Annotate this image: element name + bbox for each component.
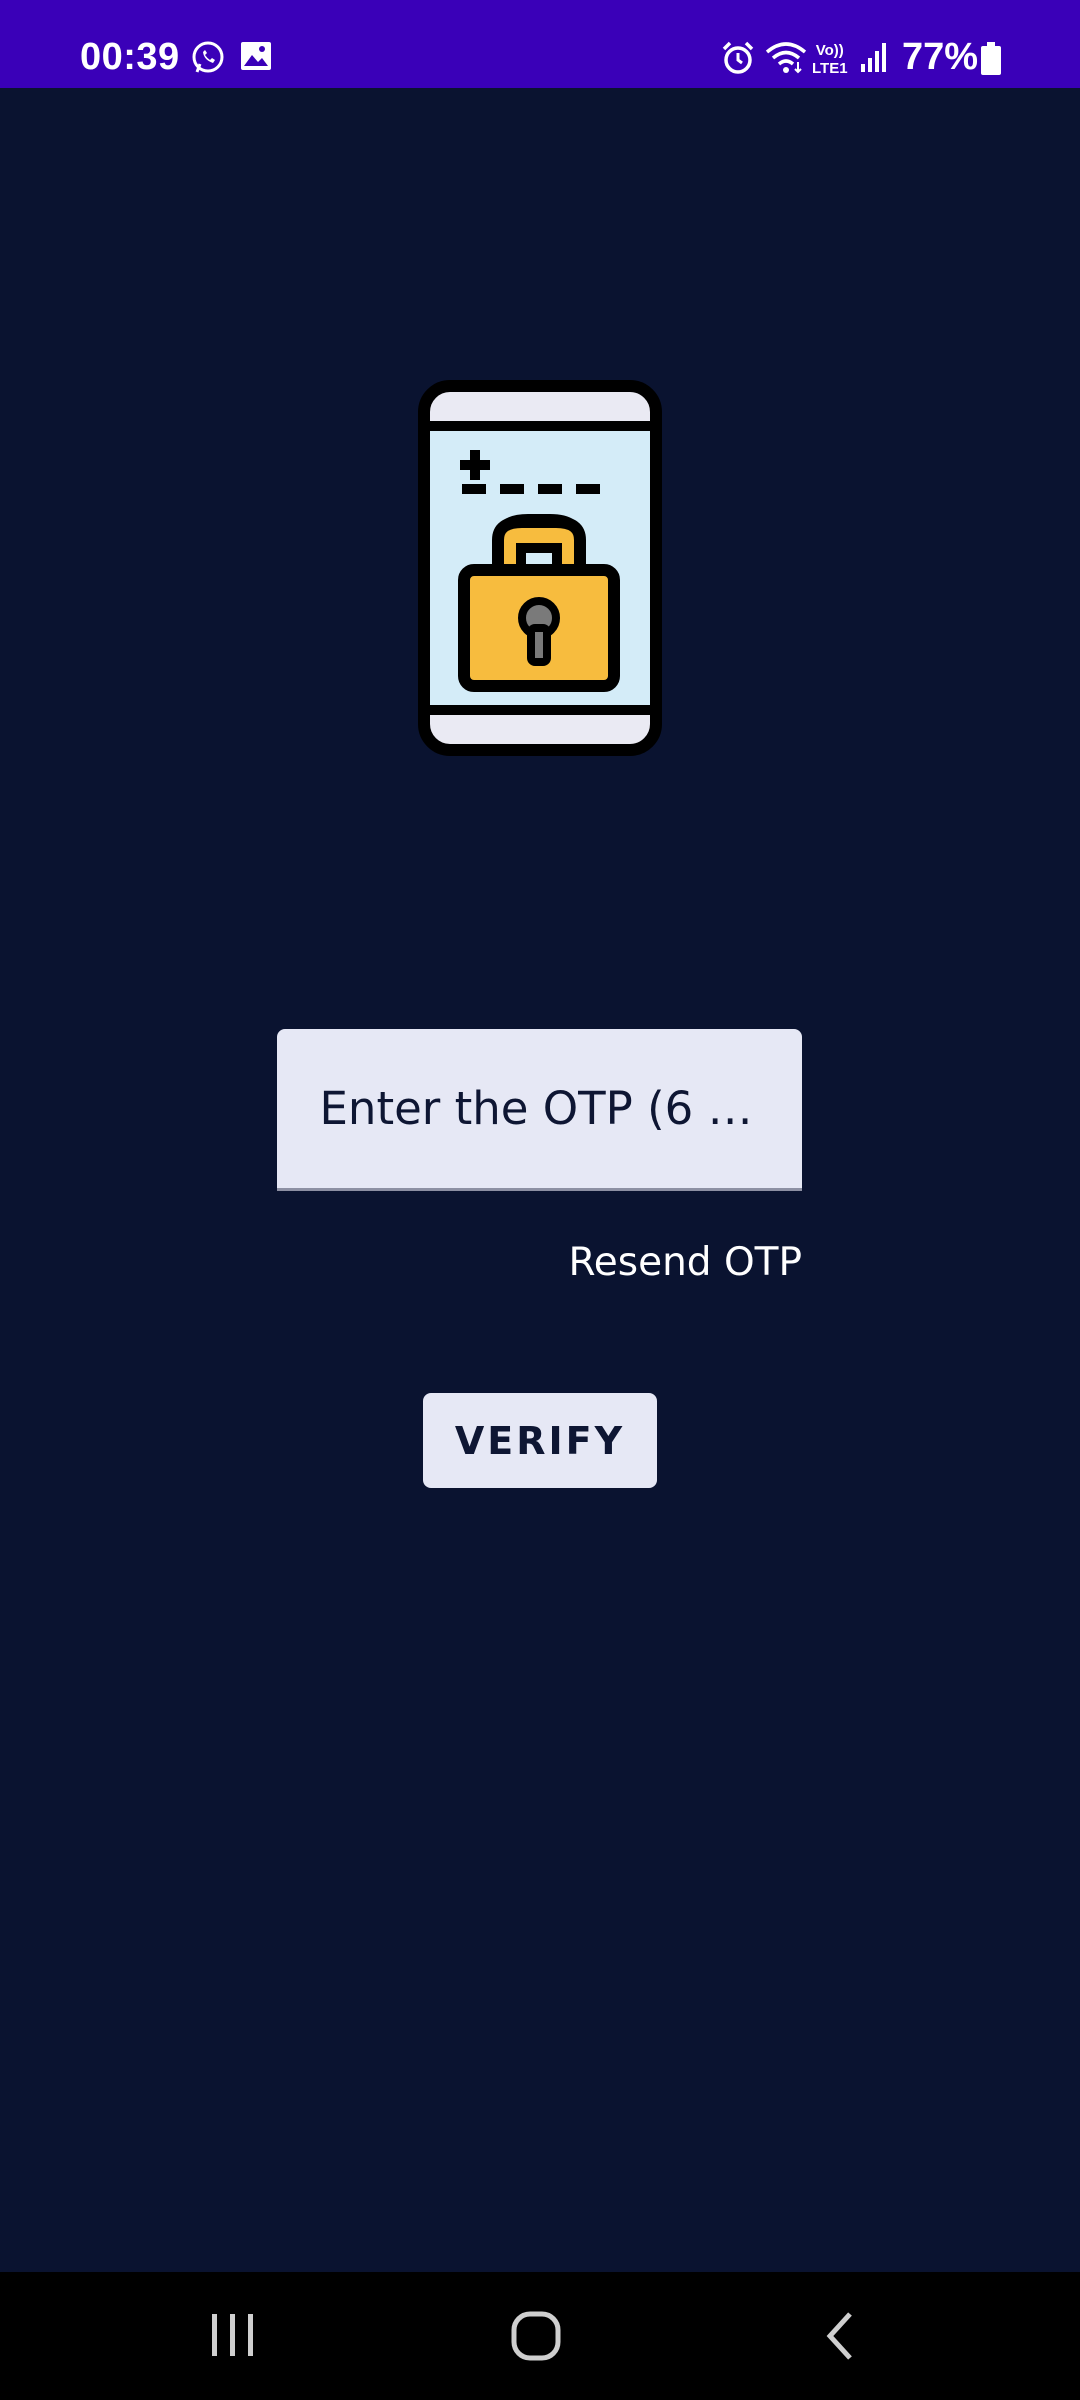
status-time: 00:39: [80, 36, 180, 78]
otp-input[interactable]: Enter the OTP (6 D...: [277, 1029, 802, 1191]
gallery-icon: [240, 40, 272, 77]
otp-placeholder: Enter the OTP (6 D...: [319, 1082, 760, 1135]
recents-icon[interactable]: [210, 2310, 256, 2365]
lte-label: LTE1: [812, 60, 848, 77]
phone-lock-icon: [418, 380, 662, 756]
battery-percent: 77%: [902, 36, 979, 78]
whatsapp-icon: [190, 40, 226, 81]
resend-otp-link[interactable]: Resend OTP: [568, 1240, 802, 1285]
network-type: Vo)) LTE1: [812, 42, 848, 78]
verify-button[interactable]: VERIFY: [423, 1393, 657, 1488]
status-bar: 00:39 Vo)) LTE1 77%: [0, 0, 1080, 88]
wifi-icon: [764, 40, 808, 81]
otp-screen: 00:39 Vo)) LTE1 77% Enter the OTP (6 D..…: [0, 0, 1080, 2400]
volte-label: Vo)): [815, 42, 844, 59]
back-icon[interactable]: [822, 2310, 856, 2367]
navigation-bar: [0, 2272, 1080, 2400]
battery-icon: [980, 42, 1002, 81]
signal-icon: [860, 40, 888, 79]
home-icon[interactable]: [510, 2310, 562, 2367]
alarm-icon: [720, 40, 756, 81]
